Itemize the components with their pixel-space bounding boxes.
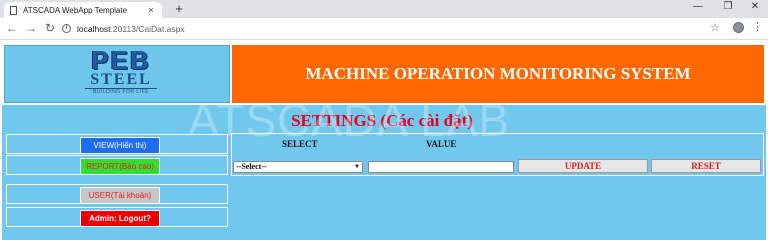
restore-button[interactable]: ❐ xyxy=(718,1,738,12)
browser-menu-icon[interactable]: ⋮ xyxy=(752,20,763,33)
tab-title: ATSCADA WebApp Template xyxy=(23,5,128,15)
close-window-button[interactable]: ✕ xyxy=(745,1,765,12)
forward-button[interactable]: → xyxy=(24,21,38,35)
setting-select[interactable]: --Select-- ▼ xyxy=(233,161,363,173)
logo-tagline: BUILDING FOR LIFE xyxy=(85,88,157,96)
update-button[interactable]: UPDATE xyxy=(518,159,648,173)
back-button[interactable]: ← xyxy=(5,21,19,35)
logo-sub-text: STEEL xyxy=(90,71,152,88)
value-input[interactable] xyxy=(368,161,514,173)
logo-main-text: PEB xyxy=(91,45,151,75)
info-icon[interactable]: i xyxy=(62,24,71,33)
browser-tab[interactable]: ATSCADA WebApp Template × xyxy=(4,2,162,18)
logo-cell: PEB STEEL BUILDING FOR LIFE xyxy=(4,45,230,103)
view-button[interactable]: VIEW(Hiển thị) xyxy=(80,137,160,154)
value-column-header: VALUE xyxy=(426,139,457,149)
browser-toolbar: ← → ↻ i localhost:20113/CaiDat.aspx ☆ ⋮ xyxy=(0,18,768,40)
url-path: :20113/CaiDat.aspx xyxy=(110,23,185,34)
chevron-down-icon: ▼ xyxy=(354,164,360,170)
minimize-button[interactable]: — xyxy=(688,1,708,12)
setting-select-value: --Select-- xyxy=(236,162,267,171)
bookmark-star-icon[interactable]: ☆ xyxy=(710,21,720,34)
reload-button[interactable]: ↻ xyxy=(43,21,57,35)
browser-tabstrip: ATSCADA WebApp Template × + — ❐ ✕ xyxy=(0,0,768,18)
user-button[interactable]: USER(Tài khoản) xyxy=(80,187,160,204)
reset-button[interactable]: RESET xyxy=(651,159,761,173)
system-title: MACHINE OPERATION MONITORING SYSTEM xyxy=(232,45,764,103)
profile-avatar[interactable] xyxy=(733,22,744,33)
close-tab-icon[interactable]: × xyxy=(146,5,156,15)
select-column-header: SELECT xyxy=(282,139,318,149)
address-bar[interactable]: i localhost:20113/CaiDat.aspx xyxy=(62,21,722,36)
new-tab-button[interactable]: + xyxy=(172,2,186,16)
settings-title: SETTINGS (Các cài đặt) xyxy=(291,111,473,130)
peb-steel-logo: PEB STEEL BUILDING FOR LIFE xyxy=(79,45,163,102)
url-host: localhost xyxy=(77,23,111,34)
document-icon xyxy=(10,5,17,15)
report-button[interactable]: REPORT(Báo cáo) xyxy=(80,158,160,175)
logout-button[interactable]: Admin: Logout? xyxy=(80,210,160,227)
